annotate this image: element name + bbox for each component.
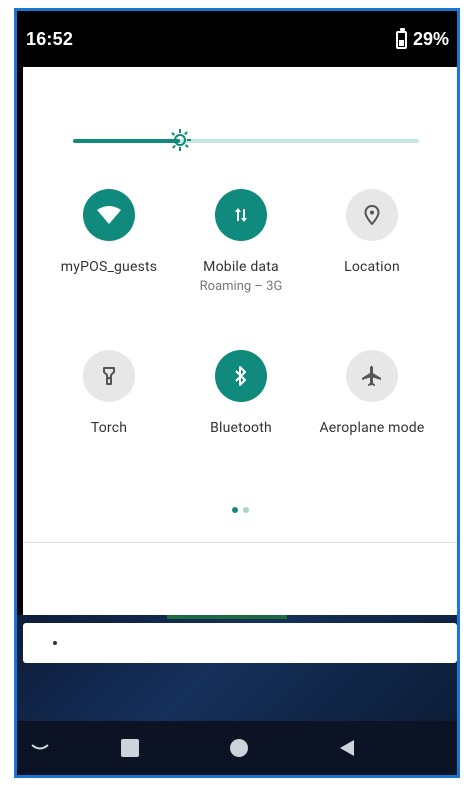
tile-aeroplane[interactable]: Aeroplane mode [306, 350, 438, 436]
wallpaper-accent-strip [167, 615, 287, 619]
battery-percent: 29% [412, 29, 449, 49]
tile-label: Location [344, 259, 400, 275]
tile-sublabel: Roaming – 3G [199, 279, 283, 294]
tile-wifi[interactable]: myPOS_guests [43, 189, 175, 275]
panel-divider [23, 542, 457, 543]
tile-label: Bluetooth [210, 420, 272, 436]
navigation-bar [17, 721, 457, 775]
tile-label: Aeroplane mode [319, 420, 425, 436]
tile-location[interactable]: Location [306, 189, 438, 275]
brightness-fill [73, 139, 181, 143]
battery-indicator: 29% [395, 27, 449, 50]
airplane-icon [362, 366, 381, 386]
tile-label: Mobile data [203, 259, 279, 275]
recents-square-icon [121, 739, 139, 757]
brightness-thumb[interactable] [168, 128, 192, 152]
tile-bluetooth[interactable]: Bluetooth [175, 350, 307, 436]
bluetooth-tile-button[interactable] [215, 350, 267, 402]
page-dot-inactive [243, 507, 249, 513]
chevron-down-icon [31, 744, 49, 750]
status-time: 16:52 [26, 29, 74, 49]
back-triangle-icon [340, 740, 354, 756]
status-bar: 16:52 29% [17, 11, 457, 69]
notification-dot [53, 641, 57, 645]
back-button[interactable] [334, 735, 360, 761]
phone-screen: 16:52 29% myPOS_guests Mobile data Roami… [14, 8, 460, 778]
brightness-sun-icon [169, 129, 192, 151]
notification-card[interactable] [23, 623, 457, 663]
battery-icon [395, 27, 407, 49]
page-dot-active [232, 507, 238, 513]
home-button[interactable] [226, 735, 252, 761]
tile-mobile-data[interactable]: Mobile data Roaming – 3G [175, 189, 307, 294]
tile-label: myPOS_guests [60, 259, 158, 275]
data-arrows-icon [235, 208, 247, 222]
torch-tile-button[interactable] [83, 350, 135, 402]
location-pin-icon [364, 205, 380, 225]
aeroplane-tile-button[interactable] [346, 350, 398, 402]
mobile-data-tile-button[interactable] [215, 189, 267, 241]
collapse-button[interactable] [27, 735, 53, 761]
quick-settings-panel: myPOS_guests Mobile data Roaming – 3G Lo… [23, 67, 457, 615]
location-tile-button[interactable] [346, 189, 398, 241]
brightness-slider[interactable] [73, 129, 419, 151]
wifi-tile-button[interactable] [83, 189, 135, 241]
tile-label: Torch [90, 420, 128, 436]
home-circle-icon [230, 739, 248, 757]
tile-torch[interactable]: Torch [43, 350, 175, 436]
wifi-icon [97, 206, 121, 224]
bluetooth-icon [235, 366, 246, 386]
page-indicator [23, 507, 457, 513]
recents-button[interactable] [117, 735, 143, 761]
torch-icon [103, 367, 115, 385]
